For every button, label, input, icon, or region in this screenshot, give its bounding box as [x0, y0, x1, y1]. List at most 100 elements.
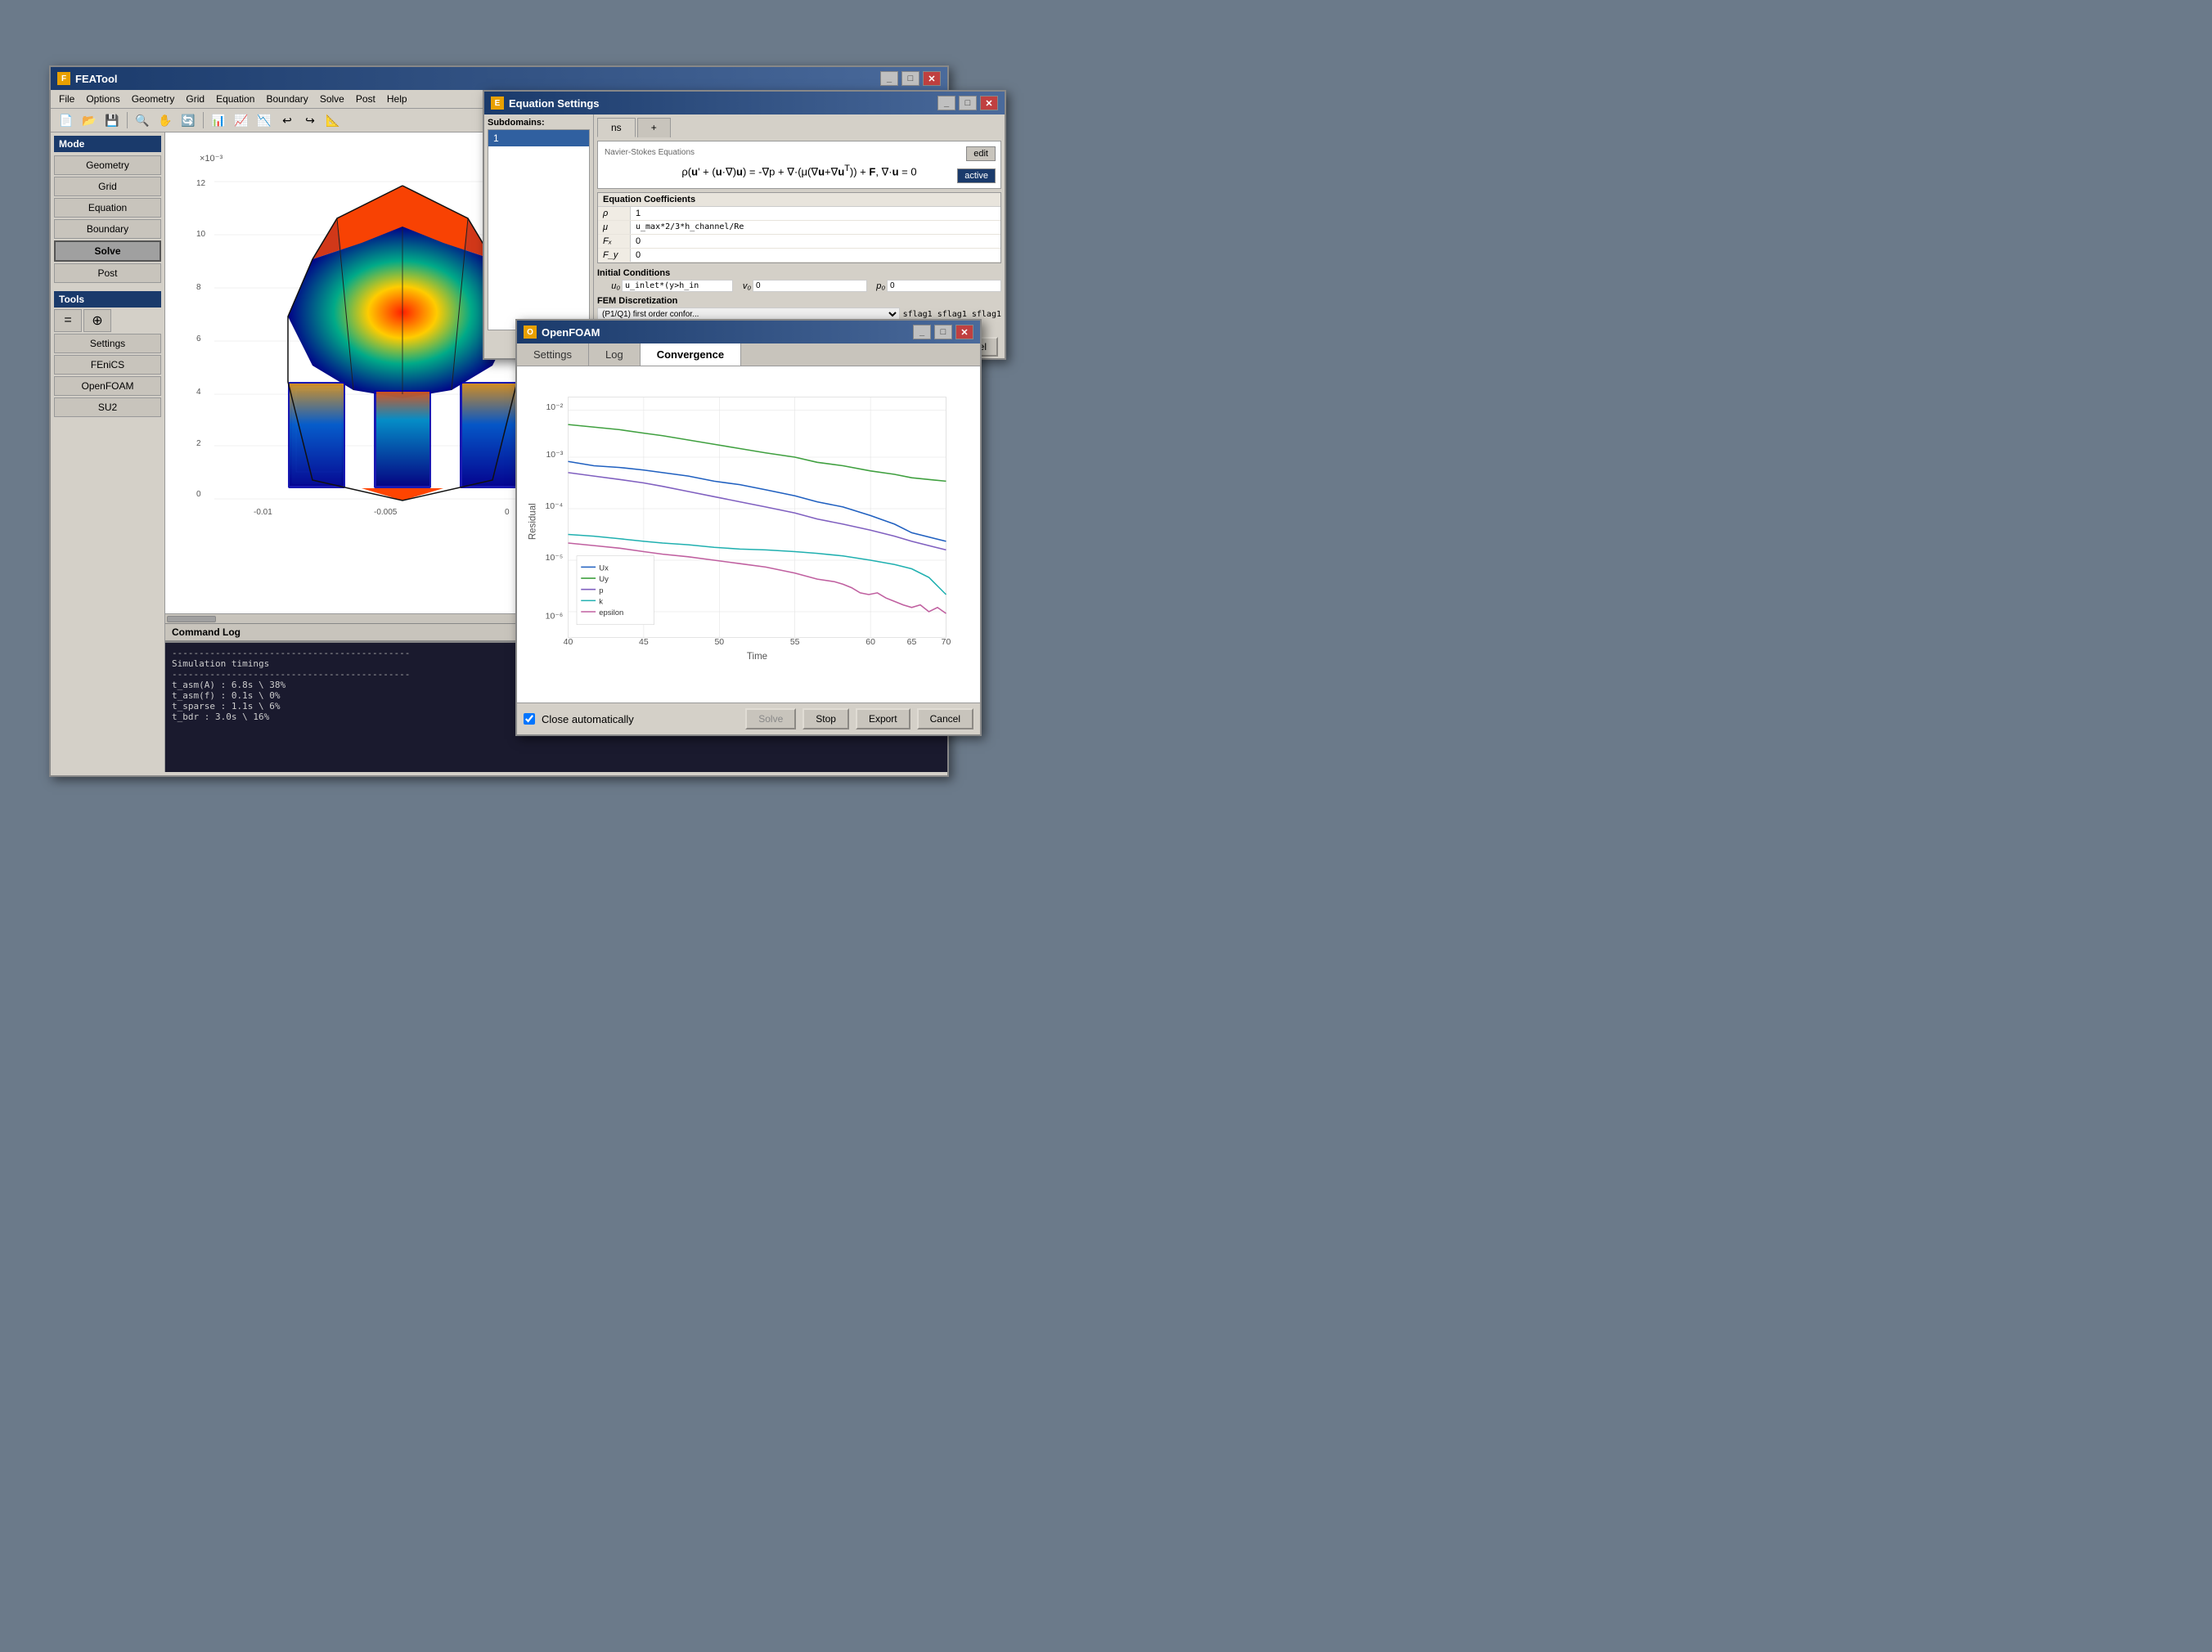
stop-button[interactable]: Stop	[803, 708, 849, 729]
coeff-value-fx[interactable]: 0	[631, 235, 1000, 248]
coeff-label-mu: μ	[598, 221, 631, 234]
tab-log[interactable]: Log	[589, 343, 641, 366]
legend-p-label: p	[599, 586, 603, 595]
app-icon: F	[57, 72, 70, 85]
eq-title: Equation Settings	[509, 97, 600, 110]
y-label-1e2: 10⁻²	[546, 402, 563, 412]
coeff-value-fy[interactable]: 0	[631, 249, 1000, 262]
toolbar-pan[interactable]: ✋	[155, 111, 176, 129]
toolbar-measure[interactable]: 📐	[322, 111, 344, 129]
blade-r-fill	[462, 384, 515, 486]
sidebar-solve[interactable]: Solve	[54, 240, 161, 262]
eq-minimize[interactable]: _	[937, 96, 955, 110]
of-close[interactable]: ✕	[955, 325, 973, 339]
y-label-1e4: 10⁻⁴	[545, 501, 563, 511]
blade-c-fill	[376, 392, 429, 486]
coeff-value-mu[interactable]: u_max*2/3*h_channel/Re	[631, 221, 1000, 234]
sidebar-fenics[interactable]: FEniCS	[54, 355, 161, 375]
toolbar-sep2	[203, 112, 204, 128]
y-tick-4: 4	[196, 388, 201, 397]
sidebar-openfoam[interactable]: OpenFOAM	[54, 376, 161, 396]
menu-help[interactable]: Help	[382, 92, 412, 106]
p0-label: p₀	[869, 281, 885, 291]
menu-boundary[interactable]: Boundary	[261, 92, 312, 106]
tab-ns[interactable]: ns	[597, 118, 636, 137]
v0-input[interactable]	[753, 280, 867, 292]
x-tick-55: 55	[790, 637, 800, 647]
of-cancel-button[interactable]: Cancel	[917, 708, 973, 729]
export-button[interactable]: Export	[856, 708, 910, 729]
close-auto-checkbox[interactable]	[524, 713, 535, 725]
tab-plus[interactable]: +	[637, 118, 671, 137]
tools-label: Tools	[54, 291, 161, 308]
eq-icon: E	[491, 97, 504, 110]
sidebar-geometry[interactable]: Geometry	[54, 155, 161, 175]
menu-file[interactable]: File	[54, 92, 79, 106]
toolbar-chart2[interactable]: 📈	[231, 111, 252, 129]
tools-circle-icon[interactable]: ⊕	[83, 309, 111, 332]
x-tick-50: 50	[714, 637, 724, 647]
sidebar-settings[interactable]: Settings	[54, 334, 161, 353]
toolbar-undo[interactable]: ↪	[299, 111, 321, 129]
toolbar-new[interactable]: 📄	[56, 111, 77, 129]
u0-input[interactable]	[622, 280, 733, 292]
sidebar-grid[interactable]: Grid	[54, 177, 161, 196]
eq-titlebar: E Equation Settings _ □ ✕	[484, 92, 1005, 114]
equation-coefficients: Equation Coefficients ρ 1 μ u_max*2/3*h_…	[597, 192, 1001, 263]
maximize-button[interactable]: □	[901, 71, 919, 86]
menu-post[interactable]: Post	[351, 92, 380, 106]
subdomains-label: Subdomains:	[488, 118, 590, 128]
subdomain-item-1[interactable]: 1	[488, 130, 589, 146]
coeff-row-rho: ρ 1	[598, 207, 1000, 221]
sidebar-boundary[interactable]: Boundary	[54, 219, 161, 239]
menu-grid[interactable]: Grid	[181, 92, 209, 106]
x-tick-neg01: -0.01	[254, 508, 272, 517]
tab-settings[interactable]: Settings	[517, 343, 589, 366]
scrollbar-thumb[interactable]	[167, 616, 216, 622]
edit-button[interactable]: edit	[966, 146, 996, 161]
coeff-header: Equation Coefficients	[598, 193, 1000, 207]
toolbar-open[interactable]: 📂	[79, 111, 100, 129]
u0-label: u₀	[597, 281, 620, 291]
menu-solve[interactable]: Solve	[315, 92, 349, 106]
coeff-row-fy: F_y 0	[598, 249, 1000, 263]
minimize-button[interactable]: _	[880, 71, 898, 86]
mode-label: Mode	[54, 136, 161, 152]
sidebar-su2[interactable]: SU2	[54, 397, 161, 417]
x-tick-neg005: -0.005	[374, 508, 398, 517]
of-minimize[interactable]: _	[913, 325, 931, 339]
eq-maximize[interactable]: □	[959, 96, 977, 110]
tab-convergence[interactable]: Convergence	[641, 343, 741, 366]
eq-close[interactable]: ✕	[980, 96, 998, 110]
sidebar-post[interactable]: Post	[54, 263, 161, 283]
toolbar-ruler[interactable]: ↩	[276, 111, 298, 129]
coeff-row-fx: Fₓ 0	[598, 235, 1000, 249]
toolbar-chart1[interactable]: 📊	[208, 111, 229, 129]
tools-equals-icon[interactable]: =	[54, 309, 82, 332]
toolbar-save[interactable]: 💾	[101, 111, 123, 129]
x-tick-0: 0	[505, 508, 510, 517]
of-bottom-bar: Close automatically Solve Stop Export Ca…	[517, 703, 980, 734]
active-button[interactable]: active	[957, 168, 996, 183]
initial-conditions-row: u₀ v₀ p₀	[597, 280, 1001, 292]
coeff-value-rho[interactable]: 1	[631, 207, 1000, 220]
menu-options[interactable]: Options	[81, 92, 124, 106]
toolbar-rotate[interactable]: 🔄	[178, 111, 199, 129]
coeff-label-fy: F_y	[598, 249, 631, 262]
convergence-svg: 10⁻² 10⁻³ 10⁻⁴ 10⁻⁵ 10⁻⁶ Residual 40 45 …	[525, 375, 972, 694]
x-tick-60: 60	[865, 637, 875, 647]
toolbar-chart3[interactable]: 📉	[254, 111, 275, 129]
menu-geometry[interactable]: Geometry	[127, 92, 180, 106]
openfoam-window: O OpenFOAM _ □ ✕ Settings Log Convergenc…	[515, 319, 982, 736]
close-button[interactable]: ✕	[923, 71, 941, 86]
subdomain-panel: Subdomains: 1	[484, 114, 594, 334]
menu-equation[interactable]: Equation	[211, 92, 259, 106]
solve-button[interactable]: Solve	[745, 708, 796, 729]
eq-formula: ρ(u' + (u·∇)u) = -∇p + ∇·(μ(∇u+∇uT)) + F…	[605, 160, 994, 182]
x-axis-title: Time	[747, 652, 767, 662]
sidebar-equation[interactable]: Equation	[54, 198, 161, 218]
blade-l-fill	[290, 384, 344, 486]
p0-input[interactable]	[887, 280, 1001, 292]
toolbar-zoom[interactable]: 🔍	[132, 111, 153, 129]
of-maximize[interactable]: □	[934, 325, 952, 339]
